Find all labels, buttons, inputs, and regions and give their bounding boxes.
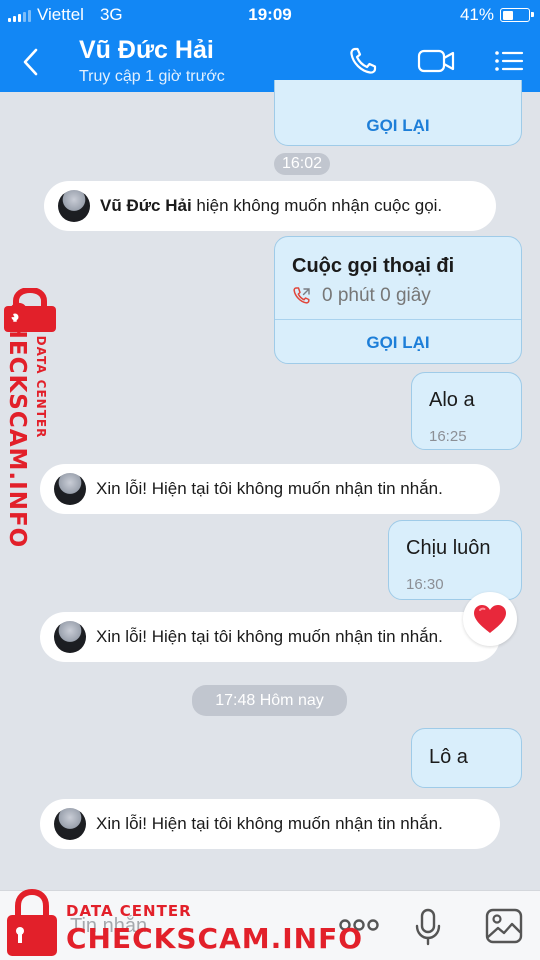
message-bubble[interactable]: Chịu luôn 16:30 [388,520,522,600]
notice-text: Xin lỗi! Hiện tại tôi không muốn nhận ti… [96,479,443,498]
message-bubble[interactable]: Alo a 16:25 [411,372,522,450]
outgoing-call-icon [293,287,310,304]
time-chip: 17:48 Hôm nay [192,685,347,716]
message-text: Chịu luôn [406,537,491,559]
watermark-small: DATA CENTER [66,902,192,920]
list-menu-icon [495,51,524,71]
notice-message: hiện không muốn nhận cuộc gọi. [196,196,443,215]
system-notice: Xin lỗi! Hiện tại tôi không muốn nhận ti… [40,799,500,849]
avatar[interactable] [58,190,90,222]
call-title: Cuộc gọi thoại đi [292,255,455,277]
video-camera-icon [417,49,455,73]
image-picker-button[interactable] [485,908,523,949]
status-bar: Viettel 3G 19:09 41% [0,0,540,30]
notice-text: Xin lỗi! Hiện tại tôi không muốn nhận ti… [96,814,443,833]
message-text: Lô a [429,746,468,768]
card-divider [275,319,521,320]
video-call-button[interactable] [416,44,456,78]
system-notice: Xin lỗi! Hiện tại tôi không muốn nhận ti… [40,464,500,514]
notice-name: Vũ Đức Hải [100,196,192,215]
phone-icon [350,47,377,74]
watermark-small: DATA CENTER [34,335,48,439]
watermark-big: CHECKSCAM.INFO [4,301,30,549]
notice-text: Vũ Đức Hải hiện không muốn nhận cuộc gọi… [100,196,442,216]
message-time: 16:25 [429,428,467,445]
call-card: Cuộc gọi thoại đi 0 phút 0 giây GỌI LẠI [274,236,522,364]
system-notice: Vũ Đức Hải hiện không muốn nhận cuộc gọi… [44,181,496,231]
avatar[interactable] [54,808,86,840]
reaction-button[interactable] [463,592,517,646]
voice-call-button[interactable] [346,44,380,78]
call-duration: 0 phút 0 giây [322,285,431,306]
callback-button[interactable]: GỌI LẠI [275,333,521,353]
watermark-bottom: DATA CENTER CHECKSCAM.INFO [0,887,362,960]
message-text: Alo a [429,389,475,411]
status-right: 41% [459,5,534,25]
top-call-card: GỌI LẠI [274,80,522,146]
callback-button[interactable]: GỌI LẠI [275,116,521,136]
message-bubble[interactable]: Lô a [411,728,522,788]
back-button[interactable] [14,44,50,80]
microphone-icon [415,908,441,946]
padlock-logo-icon [7,889,57,956]
watermark-side: CHECKSCAM.INFO DATA CENTER [0,288,62,558]
image-icon [485,908,523,944]
contact-status: Truy cập 1 giờ trước [79,68,225,85]
chat-header: Viettel 3G 19:09 41% Vũ Đức Hải Truy cập… [0,0,540,92]
battery-percent: 41% [459,5,494,24]
chevron-left-icon [23,48,38,76]
menu-button[interactable] [492,44,526,78]
heart-icon [474,605,506,633]
battery-icon [500,8,534,22]
time-chip: 16:02 [274,153,330,175]
call-duration-row: 0 phút 0 giây [292,285,431,307]
notice-text: Xin lỗi! Hiện tại tôi không muốn nhận ti… [96,627,443,646]
watermark-big: CHECKSCAM.INFO [66,922,364,955]
system-notice: Xin lỗi! Hiện tại tôi không muốn nhận ti… [40,612,500,662]
avatar[interactable] [54,621,86,653]
voice-record-button[interactable] [414,907,442,952]
battery-fill [502,10,513,20]
message-time: 16:30 [406,576,444,593]
contact-name[interactable]: Vũ Đức Hải [79,36,214,65]
